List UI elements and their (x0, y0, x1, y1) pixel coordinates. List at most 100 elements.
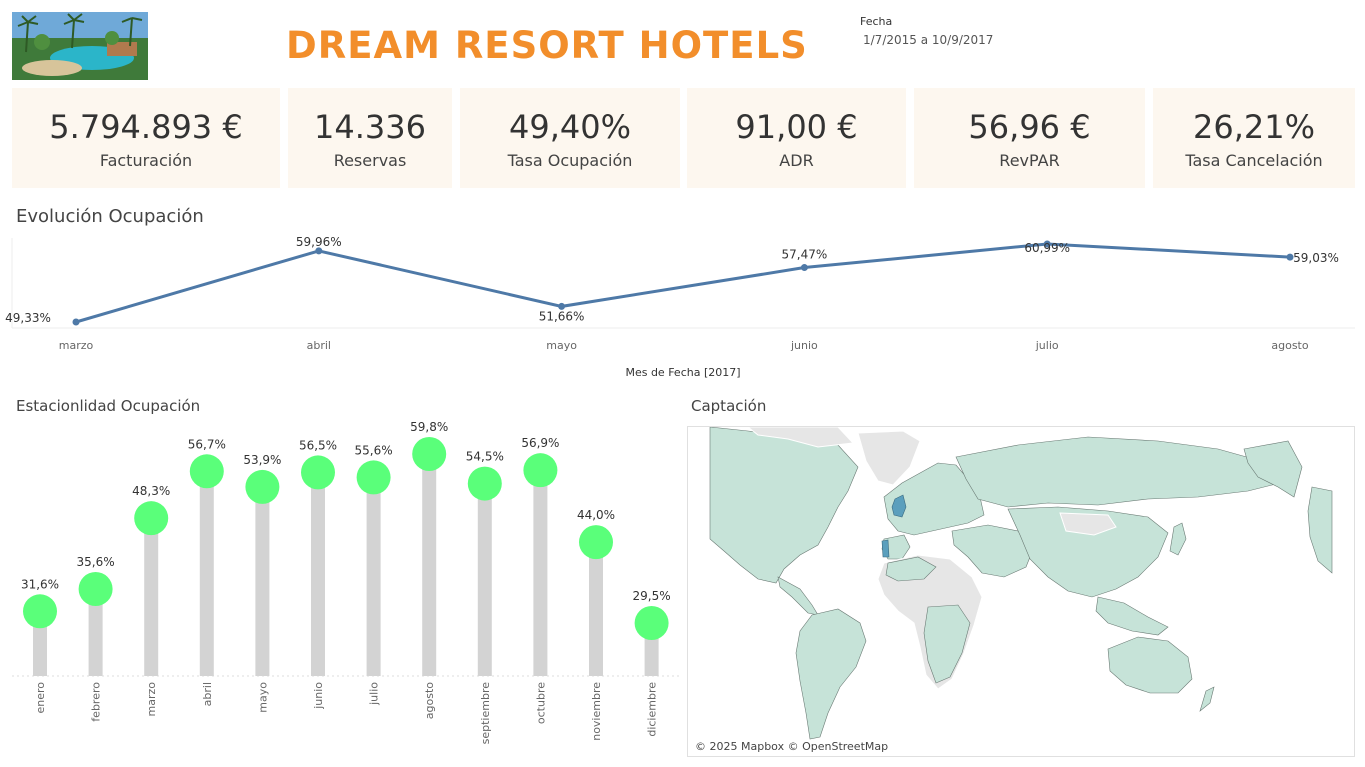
x-tick-label: julio (1035, 339, 1059, 352)
bar-stem (366, 477, 381, 676)
x-tick-label: junio (312, 682, 325, 710)
kpi-value: 5.794.893 € (49, 108, 243, 146)
seasonality-chart-title: Estacionlidad Ocupación (16, 397, 201, 415)
line-data-label: 51,66% (539, 309, 585, 323)
kpi-label: Facturación (99, 151, 193, 170)
bar-data-label: 55,6% (355, 443, 393, 457)
bar-dot[interactable] (134, 501, 169, 536)
bar-stem (589, 542, 603, 676)
evolution-chart-title: Evolución Ocupación (16, 206, 204, 227)
evolution-line-chart: 49,33% marzo 59,96% abril 51,66% mayo 57,47% ju… (5, 235, 1355, 379)
x-tick-label: agosto (1271, 339, 1308, 352)
russia-shape (955, 436, 1289, 508)
bar-dot[interactable] (189, 454, 224, 489)
bar-dot[interactable] (467, 466, 502, 501)
line-point[interactable] (72, 318, 80, 326)
x-axis-title: Mes de Fecha [2017] (625, 366, 740, 379)
x-tick-label: junio (790, 339, 818, 352)
bar-data-label: 35,6% (77, 555, 115, 569)
x-tick-label: abril (307, 339, 331, 352)
kpi-value: 56,96 € (968, 108, 1091, 146)
east-canada-shape (1307, 486, 1333, 574)
kpi-value: 14.336 (314, 108, 426, 146)
x-tick-label: agosto (423, 682, 436, 719)
bar-dot[interactable] (23, 594, 57, 629)
kpi-label: RevPAR (999, 151, 1060, 170)
kpi-value: 91,00 € (735, 108, 858, 146)
x-tick-label: noviembre (590, 682, 603, 741)
x-tick-label: julio (368, 682, 381, 706)
bar-stem (255, 486, 270, 676)
line-data-label: 59,03% (1293, 251, 1339, 265)
kpi-reservas: 14.336 Reservas (288, 88, 452, 188)
greenland-shape (857, 430, 921, 486)
bar-dot[interactable] (523, 453, 558, 488)
kpi-adr: 91,00 € ADR (687, 88, 906, 188)
bar-stem (311, 472, 325, 676)
x-tick-label: marzo (145, 682, 158, 717)
bar-dot[interactable] (356, 460, 391, 495)
bar-stem (422, 454, 437, 676)
bar-data-label: 29,5% (633, 589, 671, 603)
x-tick-label: abril (201, 682, 214, 706)
southeast-asia-shape (1095, 596, 1169, 636)
south-america-shape (795, 608, 867, 740)
line-data-label: 59,96% (296, 235, 342, 249)
line-point[interactable] (800, 264, 808, 272)
bar-dot[interactable] (301, 455, 335, 490)
map-credit: © 2025 Mapbox © OpenStreetMap (695, 740, 889, 753)
bar-data-label: 54,5% (466, 450, 504, 464)
bar-dot[interactable] (412, 437, 447, 471)
kpi-revpar: 56,96 € RevPAR (914, 88, 1145, 188)
bar-dot[interactable] (78, 571, 113, 606)
kpi-facturacion: 5.794.893 € Facturación (12, 88, 280, 188)
bar-stem (477, 483, 492, 676)
central-america-shape (777, 576, 819, 616)
occupancy-series-line (75, 242, 1291, 324)
date-filter-label: Fecha (860, 15, 893, 28)
map-title: Captación (691, 397, 767, 415)
bar-dot[interactable] (245, 469, 280, 504)
bar-data-label: 59,8% (410, 420, 448, 434)
world-map[interactable]: © 2025 Mapbox © OpenStreetMap (687, 426, 1355, 757)
hotel-photo (12, 12, 148, 80)
x-tick-label: octubre (534, 682, 547, 724)
x-tick-label: diciembre (646, 682, 659, 737)
kpi-tasa-ocupacion: 49,40% Tasa Ocupación (460, 88, 680, 188)
line-data-label: 60,99% (1024, 241, 1070, 255)
bar-data-label: 48,3% (132, 484, 170, 498)
kpi-label: Reservas (333, 151, 407, 170)
kpi-label: Tasa Ocupación (507, 151, 633, 170)
kpi-value: 49,40% (508, 108, 631, 146)
kpi-label: ADR (779, 151, 814, 170)
north-america-shape (709, 427, 859, 584)
bar-data-label: 31,6% (21, 577, 59, 591)
seasonality-lollipop-chart: 31,6% enero 35,6% febrero 48,3% marzo 56,7% abr… (12, 420, 680, 745)
bar-data-label: 53,9% (243, 453, 281, 467)
portugal-shape (881, 539, 890, 558)
line-data-label: 57,47% (782, 248, 828, 262)
x-tick-label: mayo (546, 339, 577, 352)
date-filter-value[interactable]: 1/7/2015 a 10/9/2017 (863, 33, 993, 47)
bar-stem (199, 471, 214, 676)
bar-data-label: 56,7% (188, 437, 226, 451)
x-tick-label: marzo (59, 339, 94, 352)
bar-stem (533, 470, 548, 676)
x-tick-label: mayo (256, 682, 269, 713)
bar-data-label: 56,5% (299, 438, 337, 452)
kpi-value: 26,21% (1192, 108, 1315, 146)
x-tick-label: septiembre (479, 682, 492, 745)
bar-dot[interactable] (579, 525, 613, 560)
world-map-shapes (709, 427, 1333, 740)
dashboard-title: DREAM RESORT HOTELS (286, 24, 808, 67)
kpi-label: Tasa Cancelación (1185, 151, 1323, 170)
bar-data-label: 44,0% (577, 508, 615, 522)
bar-data-label: 56,9% (521, 436, 559, 450)
kpi-tasa-cancelacion: 26,21% Tasa Cancelación (1153, 88, 1355, 188)
line-data-label: 49,33% (5, 311, 51, 325)
australia-shape (1107, 636, 1193, 694)
bar-stem (144, 518, 159, 676)
bar-dot[interactable] (634, 606, 669, 641)
new-zealand-shape (1199, 686, 1215, 712)
japan-shape (1169, 522, 1187, 556)
